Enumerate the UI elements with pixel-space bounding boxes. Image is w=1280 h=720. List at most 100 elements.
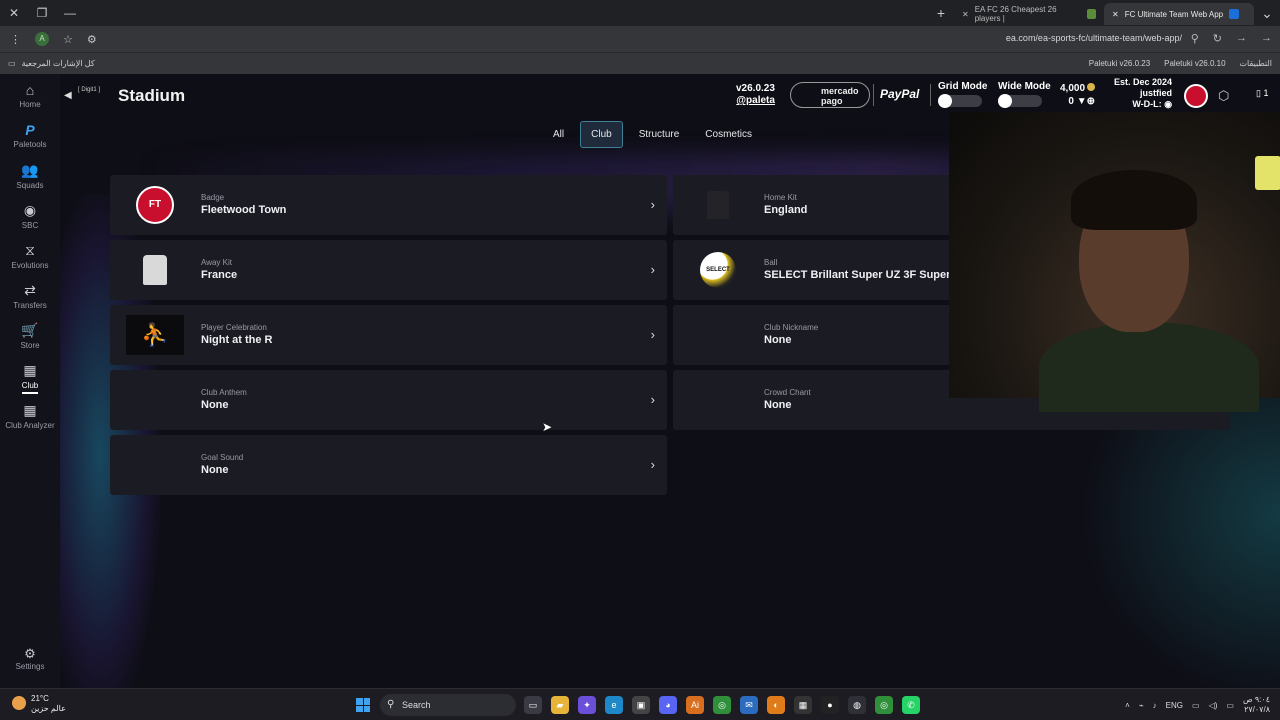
- all-bookmarks-link[interactable]: كل الإشارات المرجعية: [22, 59, 95, 68]
- club-badge-avatar[interactable]: [1184, 84, 1208, 108]
- club-record: W-D-L:: [1132, 99, 1162, 109]
- mail-icon[interactable]: ✉: [740, 696, 758, 714]
- mercado-pago-button[interactable]: mercado pago: [790, 82, 870, 108]
- card-badge[interactable]: FT Badge Fleetwood Town ›: [110, 175, 667, 235]
- ball-icon: SELECT: [700, 252, 736, 288]
- usb-icon[interactable]: ⌁: [1139, 701, 1144, 710]
- tab-search-icon[interactable]: ⌄: [1254, 5, 1280, 22]
- tab-club[interactable]: Club: [580, 121, 623, 148]
- card-away-kit[interactable]: Away Kit France ›: [110, 240, 667, 300]
- sidebar-item-sbc[interactable]: ◉ SBC: [0, 202, 60, 230]
- card-player-celebration[interactable]: ⛹ Player Celebration Night at the R ›: [110, 305, 667, 365]
- card-goal-sound[interactable]: Goal Sound None ›: [110, 435, 667, 495]
- illustrator-icon[interactable]: Ai: [686, 696, 704, 714]
- chevron-right-icon: ›: [650, 197, 655, 212]
- bookmark-star-icon[interactable]: ☆: [63, 33, 73, 46]
- minimize-window-icon[interactable]: —: [56, 6, 84, 20]
- bookmark-paletuki-10[interactable]: Paletuki v26.0.10: [1164, 59, 1225, 68]
- eye-icon[interactable]: ◉: [1164, 99, 1172, 109]
- site-settings-icon[interactable]: ⚲: [1191, 32, 1199, 45]
- grid-mode-toggle[interactable]: Grid Mode: [938, 81, 988, 108]
- calculator-icon[interactable]: ▦: [794, 696, 812, 714]
- file-explorer-icon[interactable]: ▰: [551, 696, 569, 714]
- wide-mode-switch[interactable]: [998, 94, 1042, 108]
- task-view-icon[interactable]: ▭: [524, 696, 542, 714]
- card-club-anthem[interactable]: Club Anthem None ›: [110, 370, 667, 430]
- card-value: Night at the R: [201, 334, 273, 346]
- restore-window-icon[interactable]: ❐: [28, 6, 56, 20]
- close-window-icon[interactable]: ✕: [0, 6, 28, 20]
- whatsapp-icon[interactable]: ✆: [902, 696, 920, 714]
- grid-mode-switch[interactable]: [938, 94, 982, 108]
- device-indicator: ▯ 1: [1256, 88, 1268, 99]
- gem-icon[interactable]: ⬡: [1218, 88, 1229, 104]
- reload-icon[interactable]: ↻: [1213, 32, 1222, 45]
- bookmark-paletuki-23[interactable]: Paletuki v26.0.23: [1089, 59, 1150, 68]
- sidebar-item-transfers[interactable]: ⇄ Transfers: [0, 282, 60, 310]
- tab-favicon-icon: [1229, 9, 1240, 19]
- sidebar-item-paletools[interactable]: P Paletools: [0, 122, 60, 149]
- clock[interactable]: ٩:٠٤ ص ٢٧/٠٧/٨: [1243, 695, 1270, 715]
- edge-icon[interactable]: e: [605, 696, 623, 714]
- tab-title: FC Ultimate Team Web App: [1124, 9, 1224, 19]
- taskbar-search[interactable]: ⚲ Search: [380, 694, 516, 716]
- close-tab-icon[interactable]: ✕: [1112, 10, 1119, 19]
- evolutions-icon: ⧖: [25, 242, 35, 258]
- language-indicator[interactable]: ENG: [1166, 701, 1183, 710]
- close-tab-icon[interactable]: ✕: [962, 10, 969, 19]
- url-text[interactable]: ea.com/ea-sports-fc/ultimate-team/web-ap…: [1006, 33, 1182, 43]
- wide-mode-toggle[interactable]: Wide Mode: [998, 81, 1051, 108]
- profile-avatar[interactable]: A: [35, 32, 49, 46]
- store-app-icon[interactable]: ▣: [632, 696, 650, 714]
- chevron-up-icon[interactable]: ˄: [1125, 701, 1130, 710]
- new-tab-button[interactable]: +: [928, 5, 954, 21]
- sidebar-item-club-analyzer[interactable]: ▦ Club Analyzer: [0, 402, 60, 430]
- copilot-icon[interactable]: ✦: [578, 696, 596, 714]
- bookmark-apps[interactable]: التطبيقات: [1240, 59, 1272, 68]
- forward-icon[interactable]: →: [1236, 32, 1247, 45]
- sidebar-item-store[interactable]: 🛒 Store: [0, 322, 60, 350]
- tab-cosmetics[interactable]: Cosmetics: [695, 121, 762, 148]
- bookmarks-bar: ▭ كل الإشارات المرجعية Paletuki v26.0.23…: [0, 52, 1280, 74]
- volume-icon[interactable]: ◁): [1209, 701, 1218, 710]
- battery-icon[interactable]: ▭: [1226, 701, 1234, 710]
- tab-title: EA FC 26 Cheapest 26 players |: [974, 5, 1057, 23]
- obs-icon[interactable]: ◍: [848, 696, 866, 714]
- store-icon: 🛒: [21, 322, 39, 338]
- tab-web-app[interactable]: ✕ FC Ultimate Team Web App: [1104, 3, 1254, 25]
- grid-mode-label: Grid Mode: [938, 81, 988, 92]
- extension-icon[interactable]: ⚙: [87, 33, 97, 46]
- discord-icon[interactable]: ◕: [659, 696, 677, 714]
- back-arrow-icon[interactable]: ◀: [64, 90, 72, 101]
- card-label: Home Kit: [764, 193, 797, 202]
- windows-start-icon[interactable]: [356, 698, 370, 712]
- device-count: 1: [1263, 88, 1269, 98]
- tab-all[interactable]: All: [543, 121, 574, 148]
- menu-dots-icon[interactable]: ⋮: [10, 33, 21, 46]
- microphone-icon[interactable]: ♪: [1153, 701, 1157, 710]
- sidebar-item-label: Evolutions: [11, 261, 49, 270]
- author-link[interactable]: @paleta: [736, 95, 775, 107]
- chrome-profile-icon[interactable]: ◎: [875, 696, 893, 714]
- sidebar-item-home[interactable]: ⌂ Home: [0, 82, 60, 109]
- card-value: Fleetwood Town: [201, 204, 287, 216]
- network-icon[interactable]: ▭: [1192, 701, 1200, 710]
- divider: [930, 84, 931, 106]
- tab-structure[interactable]: Structure: [629, 121, 690, 148]
- system-tray: ˄ ⌁ ♪ ENG ▭ ◁) ▭ ٩:٠٤ ص ٢٧/٠٧/٨: [1125, 695, 1270, 715]
- sidebar-item-settings[interactable]: ⚙ Settings: [0, 646, 60, 671]
- home-icon: ⌂: [25, 82, 35, 98]
- media-icon[interactable]: ●: [821, 696, 839, 714]
- back-icon[interactable]: →: [1261, 32, 1272, 45]
- paypal-button[interactable]: PayPal: [880, 87, 919, 101]
- sidebar-item-label: Settings: [15, 662, 45, 671]
- tab-cheapest-players[interactable]: ✕ EA FC 26 Cheapest 26 players |: [954, 3, 1104, 25]
- weather-widget[interactable]: 21°C عالم حزين: [12, 694, 66, 714]
- chrome-icon[interactable]: ◎: [713, 696, 731, 714]
- chevron-right-icon: ›: [650, 392, 655, 407]
- blender-icon[interactable]: ◐: [767, 696, 785, 714]
- sidebar-item-club[interactable]: ▦ Club: [0, 362, 60, 394]
- card-thumbnail: [126, 246, 184, 294]
- sidebar-item-squads[interactable]: 👥 Squads: [0, 162, 60, 190]
- sidebar-item-evolutions[interactable]: ⧖ Evolutions: [0, 242, 60, 270]
